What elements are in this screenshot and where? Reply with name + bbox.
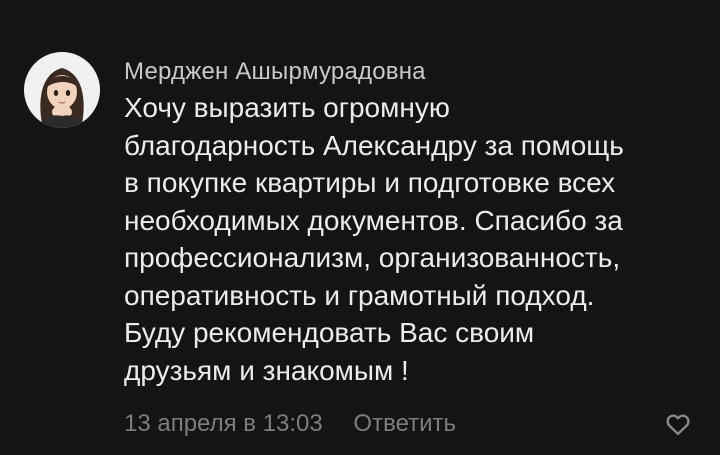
comment-text-line: друзьям и знакомым ! — [124, 354, 409, 386]
comment: Мерджен Ашырмурадовна Хочу выразить огро… — [0, 0, 720, 455]
comment-text-line: профессионализм, организованность, — [124, 242, 621, 273]
comment-date[interactable]: 13 апреля в 13:03 — [124, 410, 323, 437]
avatar[interactable] — [24, 52, 100, 128]
like-button[interactable] — [664, 410, 692, 438]
author-name[interactable]: Мерджен Ашырмурадовна — [124, 58, 426, 86]
comment-text-line: благодарность Александру за помощь — [124, 129, 624, 161]
user-avatar-icon — [24, 52, 100, 128]
heart-outline-icon — [666, 414, 690, 436]
comment-text-line: оперативность и грамотный подход. — [124, 279, 595, 311]
reply-button[interactable]: Ответить — [353, 410, 456, 437]
comment-meta: 13 апреля в 13:03 Ответить — [124, 410, 456, 438]
comment-text-line: Буду рекомендовать Вас своим — [124, 317, 535, 348]
comment-text: Хочу выразить огромную благодарность Але… — [124, 89, 694, 389]
comment-text-line: Хочу выразить огромную — [124, 92, 450, 123]
comment-text-line: необходимых документов. Спасибо за — [124, 204, 623, 236]
comment-text-line: в покупке квартиры и подготовке всех — [124, 167, 616, 198]
